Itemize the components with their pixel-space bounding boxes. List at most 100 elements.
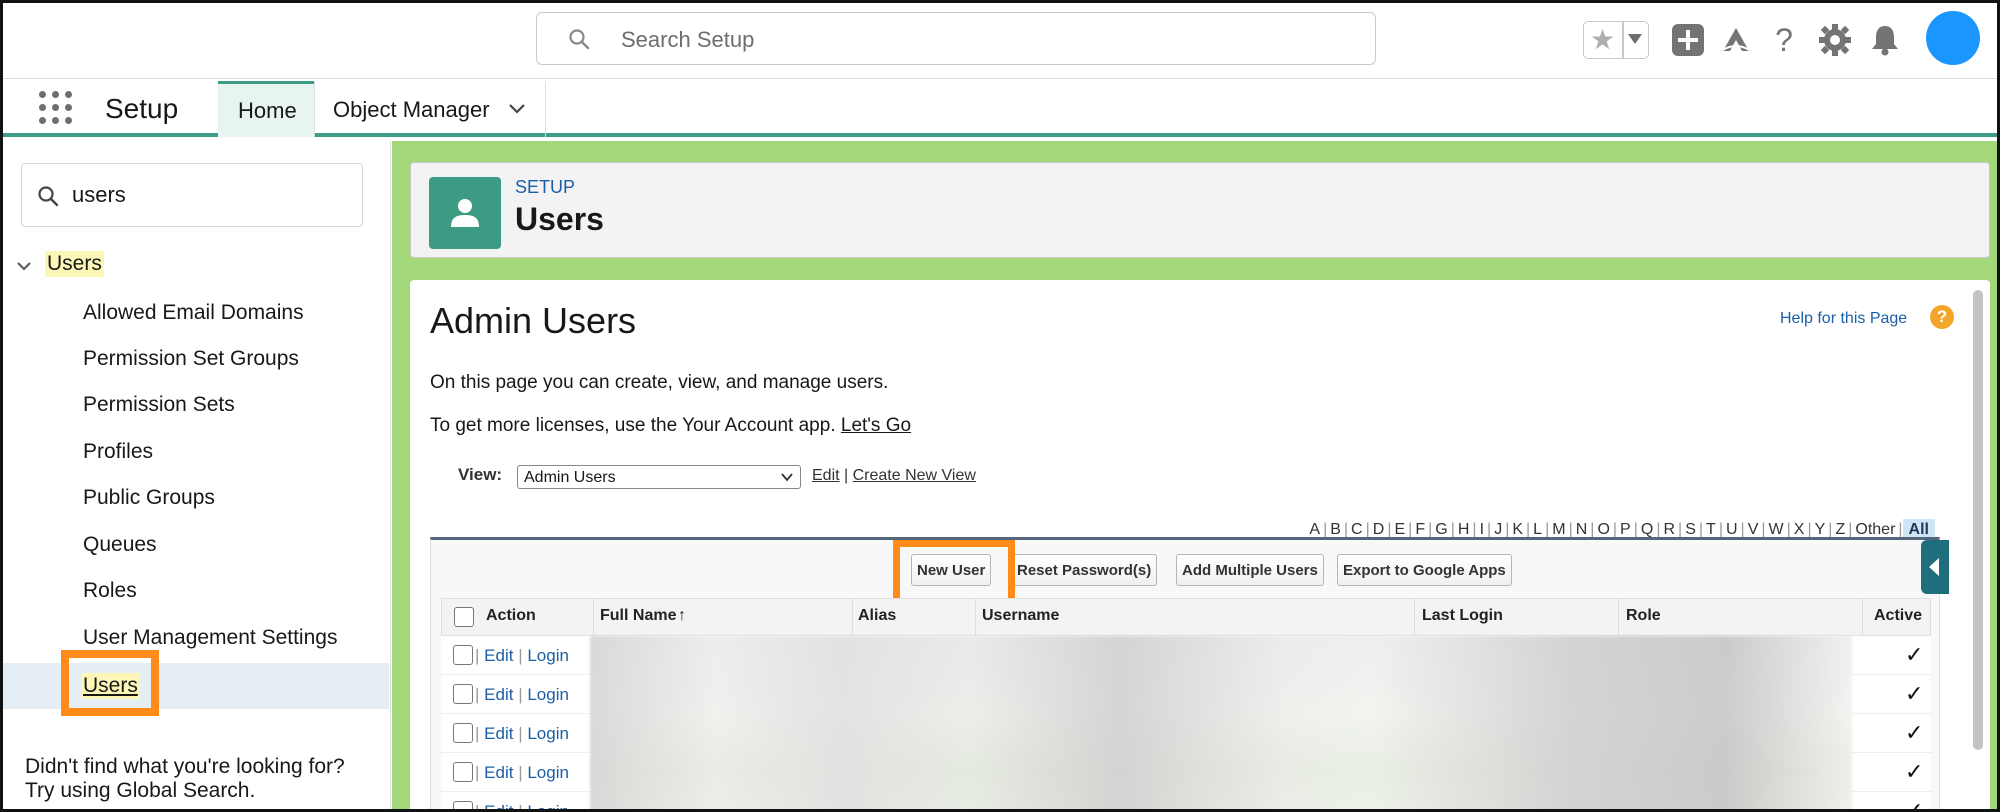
alpha-filter-f[interactable]: F: [1412, 521, 1428, 538]
export-google-apps-button[interactable]: Export to Google Apps: [1337, 554, 1512, 586]
help-question-icon[interactable]: ?: [1930, 305, 1954, 329]
alpha-filter-g[interactable]: G: [1432, 521, 1450, 538]
alpha-filter-e[interactable]: E: [1391, 521, 1408, 538]
alpha-filter-h[interactable]: H: [1455, 521, 1473, 538]
column-alias[interactable]: Alias: [858, 607, 896, 625]
row-edit-link[interactable]: Edit: [484, 763, 513, 782]
row-login-link[interactable]: Login: [527, 724, 569, 743]
row-edit-link[interactable]: Edit: [484, 724, 513, 743]
setup-search-input[interactable]: Search Setup: [536, 12, 1376, 65]
favorites-button[interactable]: ★: [1583, 21, 1649, 59]
alpha-filter-r[interactable]: R: [1660, 521, 1678, 538]
alpha-filter-other[interactable]: Other: [1852, 521, 1898, 538]
row-login-link[interactable]: Login: [527, 802, 569, 809]
row-edit-link[interactable]: Edit: [484, 685, 513, 704]
app-nav-bar: Setup Home Object Manager: [3, 79, 1997, 137]
row-login-link[interactable]: Login: [527, 646, 569, 665]
sidebar-item-public-groups[interactable]: Public Groups: [3, 476, 389, 522]
alpha-filter-n[interactable]: N: [1573, 521, 1591, 538]
create-new-view-link[interactable]: Create New View: [853, 467, 976, 484]
sidebar-item-queues[interactable]: Queues: [3, 523, 389, 569]
collapse-panel-handle[interactable]: [1921, 540, 1949, 594]
scrollbar[interactable]: [1973, 290, 1983, 750]
chevron-down-icon[interactable]: [15, 257, 33, 275]
row-separator: |: [518, 724, 523, 743]
tab-object-manager[interactable]: Object Manager: [314, 81, 546, 137]
page-title: Users: [515, 201, 604, 237]
row-separator: |: [475, 646, 480, 665]
sidebar-item-label: Permission Set Groups: [83, 347, 299, 370]
active-check-icon: ✓: [1905, 720, 1924, 745]
alpha-filter-b[interactable]: B: [1327, 521, 1344, 538]
alpha-filter-q[interactable]: Q: [1638, 521, 1656, 538]
alpha-separator: |: [1807, 521, 1812, 538]
column-active[interactable]: Active: [1874, 607, 1922, 625]
alpha-filter-u[interactable]: U: [1723, 521, 1741, 538]
alpha-filter-j[interactable]: J: [1491, 521, 1505, 538]
quick-find-value: users: [72, 182, 126, 207]
view-select[interactable]: Admin Users: [517, 465, 801, 489]
licenses-label: To get more licenses, use the Your Accou…: [430, 415, 836, 436]
sidebar-item-profiles[interactable]: Profiles: [3, 430, 389, 476]
sidebar-item-permission-set-groups[interactable]: Permission Set Groups: [3, 337, 389, 383]
row-checkbox[interactable]: [453, 801, 473, 809]
alpha-filter-k[interactable]: K: [1509, 521, 1526, 538]
redacted-user-data: [590, 636, 1852, 809]
app-launcher-icon[interactable]: [39, 91, 73, 125]
row-checkbox[interactable]: [453, 684, 473, 704]
sidebar-item-roles[interactable]: Roles: [3, 569, 389, 615]
row-checkbox[interactable]: [453, 645, 473, 665]
alpha-filter-d[interactable]: D: [1370, 521, 1388, 538]
quick-find-input[interactable]: users: [21, 163, 363, 227]
alpha-filter-z[interactable]: Z: [1832, 521, 1848, 538]
alpha-filter-o[interactable]: O: [1594, 521, 1612, 538]
column-username[interactable]: Username: [982, 607, 1059, 625]
alpha-filter-c[interactable]: C: [1348, 521, 1366, 538]
column-role[interactable]: Role: [1626, 607, 1661, 625]
column-last-login[interactable]: Last Login: [1422, 607, 1503, 625]
chevron-down-icon: [781, 473, 793, 482]
sidebar-item-allowed-email-domains[interactable]: Allowed Email Domains: [3, 291, 389, 337]
alpha-filter-x[interactable]: X: [1791, 521, 1808, 538]
column-full-name[interactable]: Full Name: [600, 607, 676, 625]
reset-password-button[interactable]: Reset Password(s): [1011, 554, 1158, 586]
highlight-users-annotation: [61, 650, 159, 716]
help-for-page-link[interactable]: Help for this Page: [1780, 310, 1907, 328]
column-divider: [852, 599, 853, 637]
help-icon[interactable]: ?: [1767, 23, 1801, 57]
notifications-bell-icon[interactable]: [1868, 23, 1902, 57]
user-avatar[interactable]: [1926, 11, 1980, 65]
alpha-filter-m[interactable]: M: [1549, 521, 1568, 538]
alpha-filter-v[interactable]: V: [1745, 521, 1762, 538]
alpha-filter-s[interactable]: S: [1682, 521, 1699, 538]
alpha-filter-w[interactable]: W: [1766, 521, 1787, 538]
alpha-filter-a[interactable]: A: [1306, 521, 1323, 538]
row-login-link[interactable]: Login: [527, 685, 569, 704]
svg-text:?: ?: [1775, 23, 1793, 57]
favorites-dropdown-icon[interactable]: [1628, 34, 1642, 44]
setup-gear-icon[interactable]: [1818, 23, 1852, 57]
tab-home[interactable]: Home: [218, 81, 314, 137]
chevron-down-icon[interactable]: [507, 99, 527, 119]
row-login-link[interactable]: Login: [527, 763, 569, 782]
row-checkbox[interactable]: [453, 762, 473, 782]
sidebar-item-permission-sets[interactable]: Permission Sets: [3, 383, 389, 429]
lets-go-link[interactable]: Let's Go: [841, 415, 911, 436]
favorites-divider: [1622, 22, 1624, 58]
sidebar-item-label: Roles: [83, 579, 137, 602]
row-edit-link[interactable]: Edit: [484, 646, 513, 665]
search-icon: [569, 29, 590, 50]
global-actions-add-icon[interactable]: [1671, 23, 1705, 57]
row-edit-link[interactable]: Edit: [484, 802, 513, 809]
alpha-filter-p[interactable]: P: [1617, 521, 1634, 538]
alpha-filter-l[interactable]: L: [1530, 521, 1545, 538]
alpha-filter-y[interactable]: Y: [1812, 521, 1829, 538]
alpha-filter-i[interactable]: I: [1477, 521, 1487, 538]
trailhead-icon[interactable]: [1719, 23, 1753, 57]
edit-view-link[interactable]: Edit: [812, 467, 840, 484]
add-multiple-users-button[interactable]: Add Multiple Users: [1176, 554, 1324, 586]
row-checkbox[interactable]: [453, 723, 473, 743]
sidebar-item-label: Permission Sets: [83, 393, 235, 416]
alpha-filter-t[interactable]: T: [1703, 521, 1719, 538]
select-all-checkbox[interactable]: [454, 607, 474, 627]
